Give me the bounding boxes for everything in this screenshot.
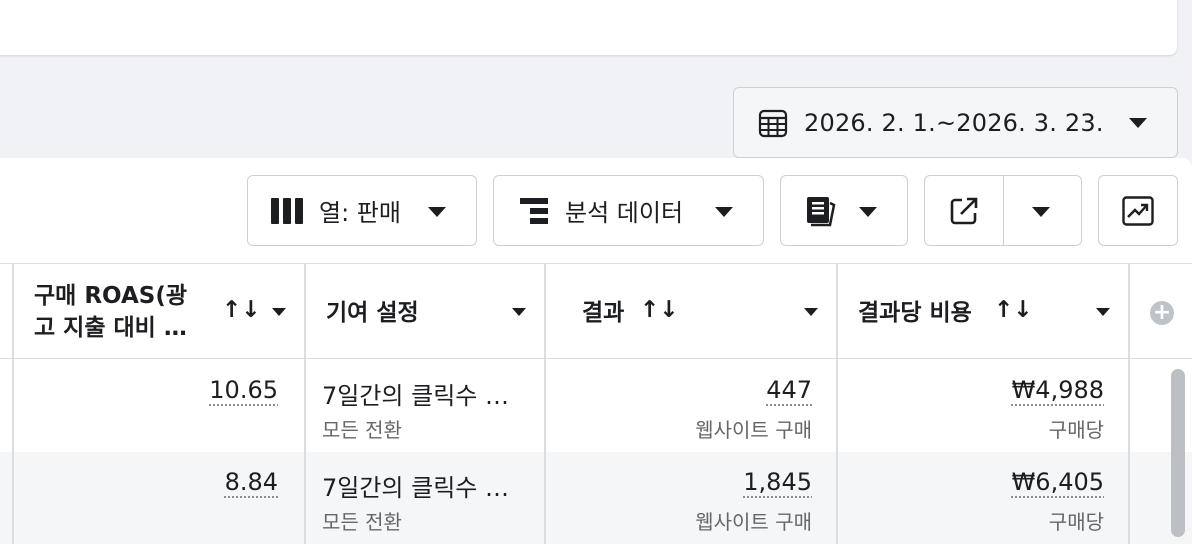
roas-value[interactable]: 10.65 xyxy=(209,376,278,404)
header-attribution-label: 기여 설정 xyxy=(326,300,419,326)
chart-button[interactable] xyxy=(1098,175,1178,246)
cost-sub: 구매당 xyxy=(1048,510,1104,534)
date-range-picker[interactable]: 2026. 2. 1.~2026. 3. 23. xyxy=(733,87,1178,158)
chevron-down-icon xyxy=(715,207,733,217)
columns-icon xyxy=(271,197,303,224)
cell-attribution: 7일간의 클릭수 … 모든 전환 xyxy=(306,452,546,544)
sort-icon[interactable]: ↑↓ xyxy=(994,297,1033,323)
date-range-label: 2026. 2. 1.~2026. 3. 23. xyxy=(804,108,1104,137)
header-cost-per-result[interactable]: 결과당 비용 ↑↓ xyxy=(838,264,1130,360)
cell-results: 447 웹사이트 구매 xyxy=(546,360,838,452)
columns-button[interactable]: 열: 판매 xyxy=(247,175,477,246)
top-card xyxy=(0,0,1177,55)
cell-attribution: 7일간의 클릭수 … 모든 전환 xyxy=(306,360,546,452)
results-value[interactable]: 1,845 xyxy=(743,468,812,496)
cost-value[interactable]: ₩6,405 xyxy=(1012,468,1104,496)
header-cell-previous xyxy=(0,264,14,360)
sort-icon[interactable]: ↑↓ xyxy=(222,297,261,323)
header-results[interactable]: 결과 ↑↓ xyxy=(546,264,838,360)
chevron-down-icon[interactable] xyxy=(512,308,526,316)
results-sub: 웹사이트 구매 xyxy=(695,418,812,442)
export-button[interactable] xyxy=(924,175,1082,246)
chevron-down-icon xyxy=(1129,118,1147,128)
sort-icon[interactable]: ↑↓ xyxy=(640,297,679,323)
chevron-down-icon xyxy=(428,207,446,217)
button-divider xyxy=(1003,176,1004,245)
chevron-down-icon[interactable] xyxy=(804,308,818,316)
cell-roas: 8.84 xyxy=(14,452,306,544)
cell-cost: ₩4,988 구매당 xyxy=(838,360,1130,452)
table-row[interactable]: 10.65 7일간의 클릭수 … 모든 전환 447 웹사이트 구매 ₩4,98… xyxy=(0,360,1192,452)
breakdown-label: 분석 데이터 xyxy=(565,199,684,227)
attribution-sub: 모든 전환 xyxy=(322,418,402,442)
breakdown-button[interactable]: 분석 데이터 xyxy=(493,175,764,246)
results-sub: 웹사이트 구매 xyxy=(695,510,812,534)
chevron-down-icon xyxy=(859,207,877,217)
header-roas-line2: 고 지출 대비 … xyxy=(34,315,187,341)
header-roas-line1: 구매 ROAS(광 xyxy=(34,283,188,309)
attribution-value: 7일간의 클릭수 … xyxy=(322,474,510,502)
columns-label: 열: 판매 xyxy=(319,199,401,227)
roas-value[interactable]: 8.84 xyxy=(225,468,278,496)
reports-button[interactable] xyxy=(780,175,908,246)
header-results-label: 결과 xyxy=(582,300,625,326)
vertical-scrollbar[interactable] xyxy=(1171,369,1185,537)
cost-value[interactable]: ₩4,988 xyxy=(1012,376,1104,404)
header-roas[interactable]: 구매 ROAS(광 고 지출 대비 … ↑↓ xyxy=(14,264,306,360)
header-cost-label: 결과당 비용 xyxy=(858,300,972,326)
chevron-down-icon[interactable] xyxy=(272,308,286,316)
table-header: 구매 ROAS(광 고 지출 대비 … ↑↓ 기여 설정 결과 ↑↓ 결과당 비… xyxy=(0,263,1192,360)
export-icon xyxy=(950,197,978,225)
header-roas-text: 구매 ROAS(광 고 지출 대비 … xyxy=(34,280,187,344)
attribution-sub: 모든 전환 xyxy=(322,510,402,534)
cell-results: 1,845 웹사이트 구매 xyxy=(546,452,838,544)
breakdown-icon xyxy=(520,197,548,224)
table-row[interactable]: 8.84 7일간의 클릭수 … 모든 전환 1,845 웹사이트 구매 ₩6,4… xyxy=(0,452,1192,544)
header-attribution[interactable]: 기여 설정 xyxy=(306,264,546,360)
table-cell xyxy=(0,360,14,452)
cost-sub: 구매당 xyxy=(1048,418,1104,442)
chevron-down-icon[interactable] xyxy=(1032,207,1050,217)
attribution-value: 7일간의 클릭수 … xyxy=(322,382,510,410)
calendar-icon xyxy=(758,109,788,137)
table-cell xyxy=(0,452,14,544)
chevron-down-icon[interactable] xyxy=(1096,308,1110,316)
results-value[interactable]: 447 xyxy=(766,376,812,404)
cell-cost: ₩6,405 구매당 xyxy=(838,452,1130,544)
chart-icon xyxy=(1122,195,1154,226)
add-column-icon[interactable]: + xyxy=(1150,301,1174,325)
reports-icon xyxy=(807,196,836,226)
cell-roas: 10.65 xyxy=(14,360,306,452)
